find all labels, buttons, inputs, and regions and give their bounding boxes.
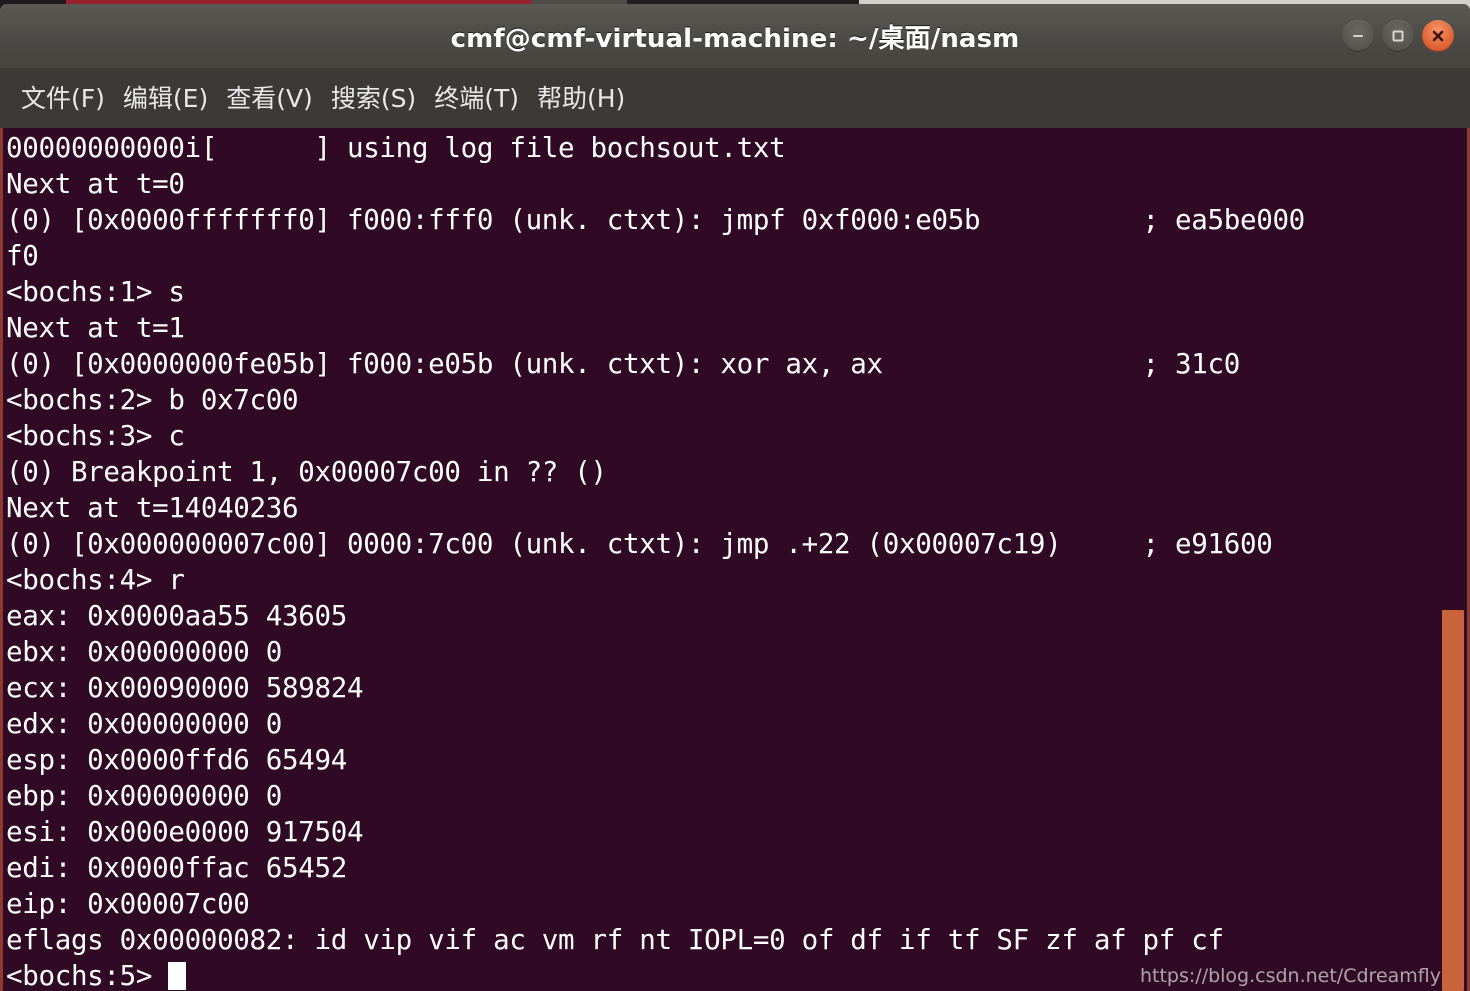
close-button[interactable] [1422, 20, 1454, 52]
screen: cmf@cmf-virtual-machine: ~/桌面/nasm 文件(F)… [0, 0, 1470, 991]
terminal-line: Next at t=14040236 [6, 492, 299, 524]
menu-item-file[interactable]: 文件(F) [12, 84, 114, 113]
menu-item-help[interactable]: 帮助(H) [528, 84, 634, 113]
maximize-icon [1392, 30, 1404, 42]
terminal-output[interactable]: 00000000000i[ ] using log file bochsout.… [6, 128, 1467, 991]
terminal-line: edi: 0x0000ffac 65452 [6, 852, 347, 884]
watermark-text: https://blog.csdn.net/Cdreamfly [1139, 965, 1441, 987]
terminal-window: cmf@cmf-virtual-machine: ~/桌面/nasm 文件(F)… [0, 4, 1470, 991]
terminal-line: (0) [0x000000007c00] 0000:7c00 (unk. ctx… [6, 528, 1273, 560]
maximize-button[interactable] [1382, 20, 1414, 52]
terminal-line: edx: 0x00000000 0 [6, 708, 283, 740]
menu-bar: 文件(F) 编辑(E) 查看(V) 搜索(S) 终端(T) 帮助(H) [0, 68, 1470, 128]
minimize-icon [1353, 35, 1363, 37]
terminal-scrollbar[interactable] [1442, 128, 1464, 991]
terminal-line: esi: 0x000e0000 917504 [6, 816, 364, 848]
text-cursor [168, 962, 187, 990]
terminal-body[interactable]: 00000000000i[ ] using log file bochsout.… [0, 128, 1470, 991]
terminal-line: (0) [0x0000000fe05b] f000:e05b (unk. ctx… [6, 348, 1240, 380]
terminal-line: ecx: 0x00090000 589824 [6, 672, 364, 704]
title-bar[interactable]: cmf@cmf-virtual-machine: ~/桌面/nasm [0, 4, 1470, 68]
terminal-line: 00000000000i[ ] using log file bochsout.… [6, 132, 786, 164]
terminal-line: <bochs:3> c [6, 420, 185, 452]
menu-item-terminal[interactable]: 终端(T) [425, 84, 528, 113]
prompt-text: <bochs:5> [6, 960, 169, 991]
minimize-button[interactable] [1342, 20, 1374, 52]
terminal-line: (0) Breakpoint 1, 0x00007c00 in ?? () [6, 456, 607, 488]
terminal-line: (0) [0x0000fffffff0] f000:fff0 (unk. ctx… [6, 204, 1305, 236]
terminal-line: ebp: 0x00000000 0 [6, 780, 283, 812]
terminal-line: <bochs:2> b 0x7c00 [6, 384, 299, 416]
close-icon [1432, 30, 1444, 42]
terminal-line: ebx: 0x00000000 0 [6, 636, 283, 668]
scrollbar-thumb[interactable] [1442, 609, 1464, 991]
window-controls [1342, 20, 1454, 52]
terminal-line: f0 [6, 240, 39, 272]
terminal-line: eax: 0x0000aa55 43605 [6, 600, 347, 632]
terminal-line: <bochs:4> r [6, 564, 185, 596]
terminal-line: <bochs:1> s [6, 276, 185, 308]
window-title: cmf@cmf-virtual-machine: ~/桌面/nasm [450, 23, 1020, 54]
menu-item-edit[interactable]: 编辑(E) [114, 84, 217, 113]
menu-item-search[interactable]: 搜索(S) [322, 84, 425, 113]
menu-item-view[interactable]: 查看(V) [217, 84, 322, 113]
terminal-line: esp: 0x0000ffd6 65494 [6, 744, 347, 776]
terminal-line: eflags 0x00000082: id vip vif ac vm rf n… [6, 924, 1224, 956]
terminal-line: eip: 0x00007c00 [6, 888, 250, 920]
terminal-line: Next at t=1 [6, 312, 185, 344]
terminal-line: Next at t=0 [6, 168, 185, 200]
